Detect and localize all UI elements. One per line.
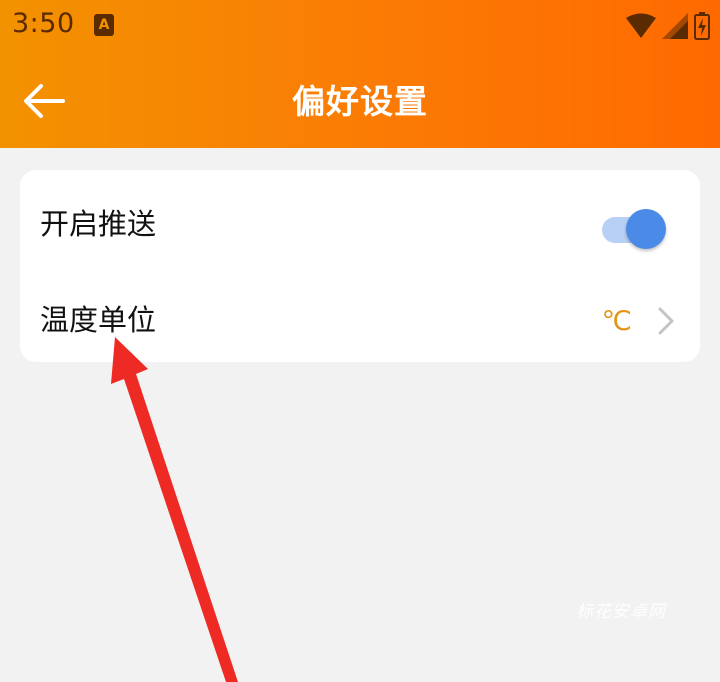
wifi-icon [626, 13, 656, 38]
nav-bar: 偏好设置 [0, 56, 720, 148]
signal-icon [662, 13, 688, 39]
push-label: 开启推送 [40, 207, 157, 241]
temperature-unit-value: ℃ [601, 306, 632, 337]
status-time: 3:50 [12, 8, 75, 39]
temperature-unit-label: 温度单位 [40, 303, 157, 337]
app-header: 3:50 A 偏好设置 [0, 0, 720, 148]
battery-icon [694, 12, 710, 40]
arrow-left-icon [24, 84, 65, 118]
status-bar: 3:50 A [0, 0, 720, 56]
status-icons [626, 12, 710, 40]
temperature-unit-row[interactable]: 温度单位 ℃ [20, 272, 700, 368]
settings-card: 开启推送 温度单位 ℃ [20, 170, 700, 362]
push-toggle[interactable] [600, 206, 666, 252]
push-setting-row: 开启推送 [20, 176, 700, 272]
chevron-right-icon [658, 307, 674, 335]
page-title: 偏好设置 [292, 82, 428, 121]
watermark: 标花安卓网 [576, 602, 666, 622]
back-button[interactable] [14, 76, 74, 126]
notification-icon: A [94, 14, 114, 36]
toggle-thumb [626, 209, 666, 249]
